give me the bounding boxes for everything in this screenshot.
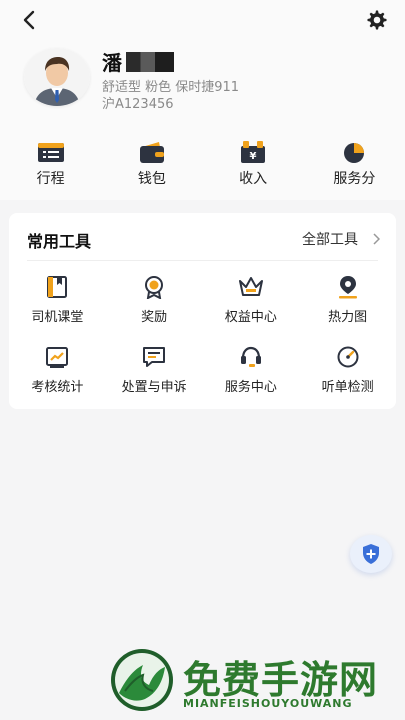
- back-arrow-icon: [23, 10, 35, 30]
- license-plate: 沪A123456: [102, 97, 174, 112]
- tool-grid: 司机课堂 奖励 权益中心 热力图 考核统计 处置与申诉 服务中心 听单检测: [9, 275, 396, 395]
- book-icon: [47, 276, 68, 298]
- quick-action-itinerary[interactable]: 行程: [0, 140, 101, 190]
- driver-name: 潘: [102, 51, 122, 75]
- chevron-right-icon: [373, 233, 380, 245]
- quick-action-label: 服务分: [333, 171, 376, 187]
- tool-label: 热力图: [328, 310, 368, 325]
- tool-label: 处置与申诉: [121, 380, 187, 395]
- location-pin-icon: [338, 276, 357, 299]
- name-redaction-mask: [126, 51, 174, 72]
- watermark-logo: [111, 649, 173, 711]
- headset-icon: [240, 346, 261, 367]
- income-icon: ¥: [241, 141, 266, 163]
- common-tools-card: 常用工具 全部工具 司机课堂 奖励 权益中心 热力图 考核统计 处置与申诉 服务…: [9, 213, 396, 409]
- tool-label: 服务中心: [224, 380, 277, 395]
- all-tools-link[interactable]: 全部工具: [302, 229, 380, 249]
- tool-label: 权益中心: [224, 310, 277, 325]
- all-tools-label: 全部工具: [302, 232, 358, 248]
- gear-icon: [367, 10, 387, 30]
- wallet-icon: [139, 142, 164, 163]
- tool-disposal-appeal[interactable]: 处置与申诉: [106, 345, 203, 395]
- quick-action-income[interactable]: ¥ 收入: [203, 140, 304, 190]
- quick-action-label: 收入: [239, 171, 268, 187]
- tools-title: 常用工具: [27, 232, 92, 251]
- chart-icon: [46, 347, 69, 368]
- crown-icon: [238, 277, 263, 296]
- shield-plus-icon: [363, 544, 379, 564]
- watermark: 免费手游网 MIANFEISHOUYOUWANG: [105, 645, 405, 720]
- service-score-icon: [344, 143, 365, 163]
- tool-assessment-stats[interactable]: 考核统计: [9, 345, 106, 395]
- tool-reward[interactable]: 奖励: [106, 275, 203, 325]
- tool-service-center[interactable]: 服务中心: [203, 345, 300, 395]
- quick-action-label: 行程: [36, 171, 65, 187]
- tool-benefits-center[interactable]: 权益中心: [203, 275, 300, 325]
- svg-text:¥: ¥: [250, 151, 257, 162]
- back-button[interactable]: [18, 8, 42, 32]
- settings-button[interactable]: [365, 8, 389, 32]
- medal-icon: [145, 276, 164, 299]
- quick-action-wallet[interactable]: 钱包: [101, 140, 202, 190]
- itinerary-icon: [37, 143, 64, 162]
- gauge-icon: [337, 346, 359, 368]
- tool-heatmap[interactable]: 热力图: [299, 275, 396, 325]
- safety-shield-button[interactable]: [350, 535, 392, 573]
- tool-order-detection[interactable]: 听单检测: [299, 345, 396, 395]
- tool-label: 考核统计: [31, 380, 84, 395]
- quick-action-service-score[interactable]: 服务分: [304, 140, 405, 190]
- tool-label: 奖励: [141, 310, 168, 325]
- quick-action-label: 钱包: [137, 171, 166, 187]
- avatar[interactable]: [24, 48, 90, 106]
- quick-actions: 行程 钱包 ¥ 收入 服务分: [0, 140, 405, 190]
- tool-label: 听单检测: [321, 380, 374, 395]
- message-icon: [143, 347, 166, 367]
- watermark-subtitle: MIANFEISHOUYOUWANG: [183, 697, 353, 710]
- divider: [27, 260, 378, 261]
- driver-avatar-image: [24, 48, 90, 106]
- tool-label: 司机课堂: [31, 310, 84, 325]
- watermark-title: 免费手游网: [183, 658, 379, 702]
- tool-driver-class[interactable]: 司机课堂: [9, 275, 106, 325]
